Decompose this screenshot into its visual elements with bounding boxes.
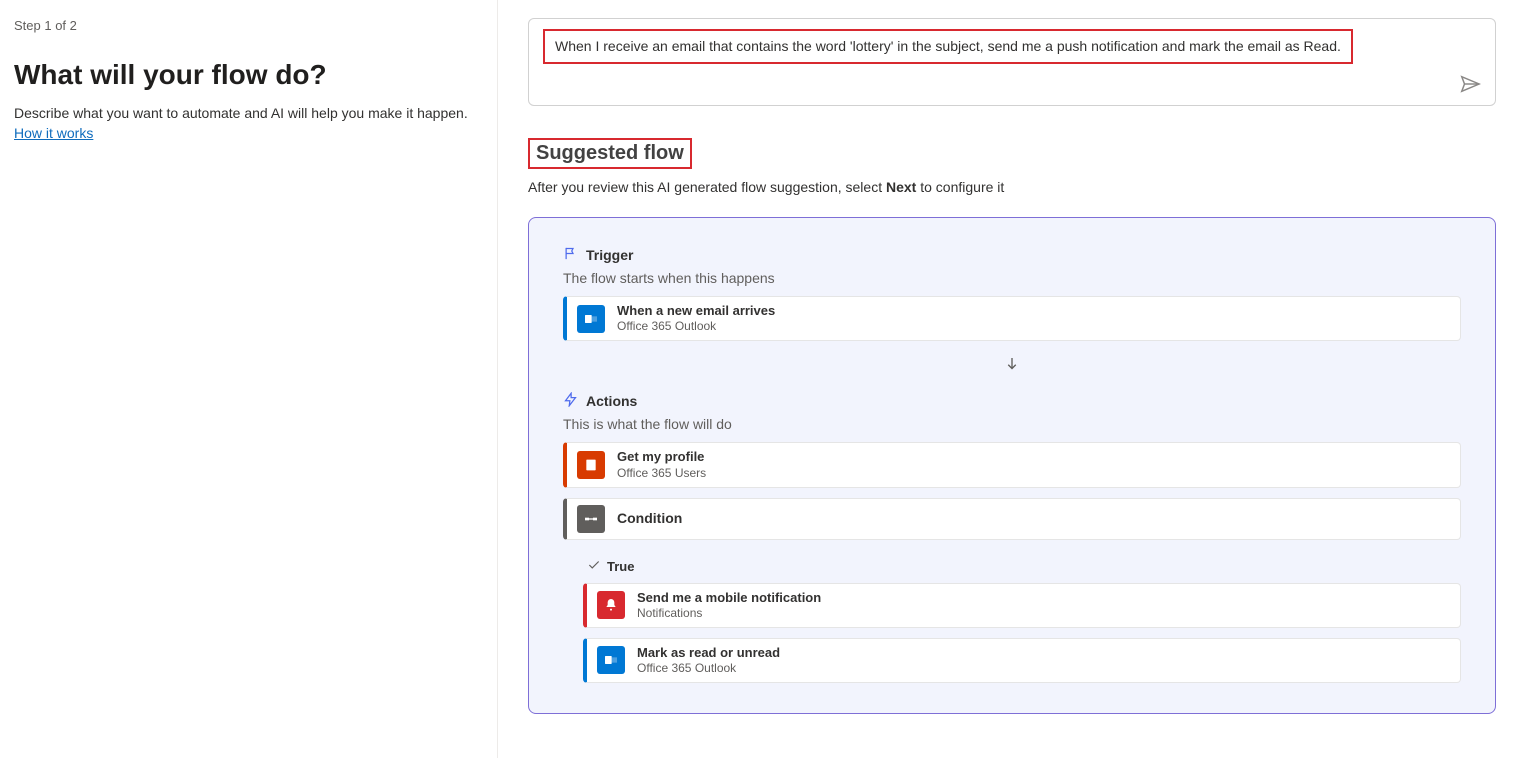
flag-icon [563,246,578,264]
action4-sub: Office 365 Outlook [637,661,780,676]
actions-section-label: Actions [563,392,1461,410]
condition-icon [577,505,605,533]
sf-sub-post: to configure it [916,179,1004,195]
trigger-card[interactable]: When a new email arrives Office 365 Outl… [563,296,1461,341]
trigger-title: When a new email arrives [617,303,775,319]
action4-title: Mark as read or unread [637,645,780,661]
action-mark-read[interactable]: Mark as read or unread Office 365 Outloo… [583,638,1461,683]
trigger-desc: The flow starts when this happens [563,270,1461,286]
action3-sub: Notifications [637,606,821,621]
send-icon[interactable] [1459,73,1481,95]
condition-true-label: True [607,559,634,574]
sf-sub-bold: Next [886,179,916,195]
action3-title: Send me a mobile notification [637,590,821,606]
step-indicator: Step 1 of 2 [14,18,477,33]
actions-stack: Get my profile Office 365 Users Conditio… [563,442,1461,683]
trigger-sub: Office 365 Outlook [617,319,775,334]
outlook-icon [577,305,605,333]
office-icon [577,451,605,479]
outlook-mark-icon [597,646,625,674]
suggested-flow-heading: Suggested flow [536,142,684,164]
nested-actions: Send me a mobile notification Notificati… [583,583,1461,684]
page-description: Describe what you want to automate and A… [14,105,477,121]
action2-title: Condition [617,510,682,528]
trigger-section-label: Trigger [563,246,1461,264]
condition-true-branch: True [587,558,1461,575]
action-get-profile[interactable]: Get my profile Office 365 Users [563,442,1461,487]
page-title: What will your flow do? [14,59,477,91]
action-condition[interactable]: Condition [563,498,1461,540]
action-send-notification[interactable]: Send me a mobile notification Notificati… [583,583,1461,628]
action1-title: Get my profile [617,449,706,465]
right-panel: When I receive an email that contains th… [498,0,1516,758]
actions-label-text: Actions [586,393,637,409]
sf-sub-pre: After you review this AI generated flow … [528,179,886,195]
flow-card: Trigger The flow starts when this happen… [528,217,1496,714]
actions-desc: This is what the flow will do [563,416,1461,432]
arrow-down-icon [563,355,1461,378]
lightning-icon [563,392,578,410]
trigger-label-text: Trigger [586,247,633,263]
suggested-flow-subtext: After you review this AI generated flow … [528,179,1496,195]
left-panel: Step 1 of 2 What will your flow do? Desc… [0,0,498,758]
check-icon [587,558,601,575]
action1-sub: Office 365 Users [617,466,706,481]
suggested-flow-heading-highlight: Suggested flow [528,138,692,169]
how-it-works-link[interactable]: How it works [14,125,93,141]
prompt-text: When I receive an email that contains th… [543,29,1353,64]
prompt-input-box[interactable]: When I receive an email that contains th… [528,18,1496,106]
page: Step 1 of 2 What will your flow do? Desc… [0,0,1516,758]
bell-icon [597,591,625,619]
condition-body: True Send me a mobile notification Notif… [563,550,1461,684]
